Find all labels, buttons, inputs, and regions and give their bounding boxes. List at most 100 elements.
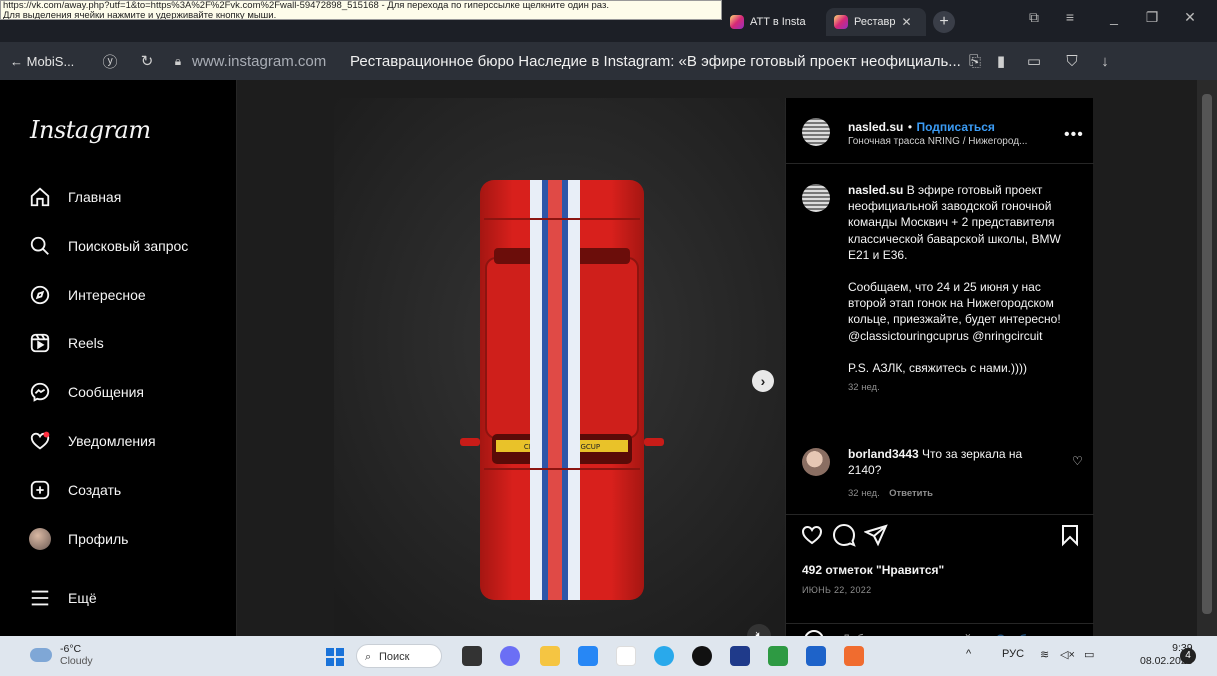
author-username[interactable]: nasled.su — [848, 120, 903, 134]
tab-actions-icon[interactable]: ⧉ — [1020, 9, 1048, 26]
share-icon[interactable]: ⎘ — [962, 53, 988, 70]
messenger-icon — [28, 380, 52, 404]
commenter-avatar[interactable] — [802, 448, 830, 476]
caption-time: 32 нед. — [848, 382, 880, 394]
author-avatar[interactable] — [802, 118, 830, 146]
close-window-button[interactable]: ✕ — [1176, 9, 1204, 26]
battery-saver-icon[interactable]: ▭ — [1014, 52, 1054, 70]
volume-icon[interactable]: ◁× — [1060, 648, 1075, 661]
spreadsheet-icon[interactable] — [768, 646, 788, 666]
follow-button[interactable]: Подписаться — [916, 120, 994, 134]
menu-icon[interactable]: ≡ — [1056, 9, 1084, 25]
post-location[interactable]: Гоночная трасса NRING / Нижегород... — [848, 136, 1058, 147]
plus-square-icon — [28, 478, 52, 502]
likes-count[interactable]: 492 отметок "Нравится" — [802, 563, 944, 577]
document-icon[interactable] — [806, 646, 826, 666]
instagram-logo[interactable]: Instagram — [30, 116, 151, 144]
tab-active[interactable]: Реставр ✕ — [826, 8, 926, 36]
sidebar-item-label: Главная — [68, 189, 122, 205]
notification-badge[interactable]: 4 — [1180, 648, 1196, 664]
sidebar-item-create[interactable]: Создать — [28, 475, 121, 505]
reload-icon[interactable]: ↻ — [130, 52, 164, 70]
chevron-up-icon[interactable]: ^ — [966, 648, 971, 660]
instagram-page: Instagram Главная Поисковый запрос Интер… — [0, 80, 1217, 650]
scrollbar[interactable] — [1197, 80, 1217, 636]
taskbar: -6°C Cloudy ⌕ Поиск ^ РУС ≋ ◁× ▭ 9:39 08… — [0, 636, 1217, 676]
vk-icon[interactable] — [578, 646, 598, 666]
task-view-icon[interactable] — [462, 646, 482, 666]
bookmark-icon[interactable]: ▮ — [988, 52, 1014, 70]
protect-icon[interactable]: ⛉ — [1054, 53, 1090, 70]
post-date: ИЮНЬ 22, 2022 — [802, 585, 872, 595]
battery-icon[interactable]: ▭ — [1084, 648, 1094, 661]
tab-att[interactable]: ATT в Insta — [722, 8, 822, 36]
save-icon[interactable] — [1058, 523, 1084, 549]
tiktok-icon[interactable] — [692, 646, 712, 666]
comment-icon[interactable] — [832, 523, 858, 549]
search-icon — [28, 234, 52, 258]
compass-icon — [28, 283, 52, 307]
comment: borland3443 Что за зеркала на 2140? 32 н… — [848, 446, 1048, 502]
language-indicator[interactable]: РУС — [1002, 648, 1024, 660]
url-host[interactable]: www.instagram.com — [192, 53, 342, 70]
tab-label: Реставр — [854, 16, 896, 28]
taskbar-search-label: Поиск — [379, 651, 410, 663]
download-icon[interactable]: ↓ — [1090, 53, 1120, 70]
share-icon[interactable] — [863, 523, 890, 549]
car-top-view-image: CLASSICTOURINGCUP — [334, 98, 785, 636]
sidebar-item-reels[interactable]: Reels — [28, 328, 104, 358]
sidebar-item-search[interactable]: Поисковый запрос — [28, 231, 188, 261]
next-photo-button[interactable]: › — [752, 370, 774, 392]
file-explorer-icon[interactable] — [540, 646, 560, 666]
new-tab-button[interactable]: + — [933, 11, 955, 33]
start-button[interactable] — [326, 648, 344, 666]
close-icon[interactable]: ✕ — [901, 15, 911, 29]
sidebar-item-home[interactable]: Главная — [28, 182, 121, 212]
post-caption: nasled.su В эфире готовый проект неофици… — [848, 182, 1080, 396]
scrollbar-thumb[interactable] — [1202, 94, 1212, 614]
lock-icon: 🔒︎ — [174, 53, 182, 68]
yandex-browser-icon[interactable] — [616, 646, 636, 666]
instagram-favicon-icon — [834, 15, 848, 29]
presentation-icon[interactable] — [844, 646, 864, 666]
caption-username[interactable]: nasled.su — [848, 183, 903, 197]
separator-dot: • — [907, 120, 913, 134]
wifi-icon[interactable]: ≋ — [1040, 648, 1049, 661]
sidebar-item-notifications[interactable]: Уведомления — [28, 426, 156, 456]
taskbar-search[interactable]: ⌕ Поиск — [356, 644, 442, 668]
sidebar-item-explore[interactable]: Интересное — [28, 280, 146, 310]
page-title[interactable]: Реставрационное бюро Наследие в Instagra… — [350, 53, 962, 70]
like-icon[interactable] — [800, 523, 826, 549]
reply-button[interactable]: Ответить — [889, 488, 933, 499]
weather-condition: Cloudy — [60, 655, 93, 667]
sidebar-item-label: Сообщения — [68, 384, 144, 400]
sidebar-item-more[interactable]: Ещё — [28, 583, 97, 613]
home-icon — [28, 185, 52, 209]
post-viewer: CLASSICTOURINGCUP › 🔇︎ — [237, 80, 1197, 650]
sidebar-item-messages[interactable]: Сообщения — [28, 377, 144, 407]
caption-avatar[interactable] — [802, 184, 830, 212]
weather-widget[interactable]: -6°C Cloudy — [30, 643, 93, 667]
chat-icon[interactable] — [500, 646, 520, 666]
link-tooltip: https://vk.com/away.php?utf=1&to=https%3… — [0, 0, 722, 20]
back-button[interactable]: ← MobiS... — [10, 54, 90, 69]
instagram-favicon-icon — [730, 15, 744, 29]
comment-time: 32 нед. — [848, 488, 880, 499]
avatar — [28, 527, 52, 551]
telegram-icon[interactable] — [654, 646, 674, 666]
post-photo[interactable]: CLASSICTOURINGCUP — [334, 98, 785, 636]
comment-username[interactable]: borland3443 — [848, 447, 919, 461]
post-actions: 492 отметок "Нравится" ИЮНЬ 22, 2022 Доб… — [786, 514, 1094, 650]
yandex-icon[interactable]: ⓨ — [90, 51, 130, 72]
heart-icon — [28, 429, 52, 453]
sidebar: Instagram Главная Поисковый запрос Интер… — [0, 80, 237, 636]
security-icon[interactable] — [730, 646, 750, 666]
more-options-icon[interactable]: ••• — [1064, 126, 1084, 144]
sidebar-item-profile[interactable]: Профиль — [28, 524, 128, 554]
maximize-button[interactable]: ❐ — [1138, 9, 1166, 26]
tab-label: ATT в Insta — [750, 16, 806, 28]
comment-like-icon[interactable]: ♡ — [1072, 454, 1083, 468]
cloud-icon — [30, 648, 52, 662]
minimize-button[interactable]: _ — [1100, 9, 1128, 25]
weather-temp: -6°C — [60, 643, 82, 655]
